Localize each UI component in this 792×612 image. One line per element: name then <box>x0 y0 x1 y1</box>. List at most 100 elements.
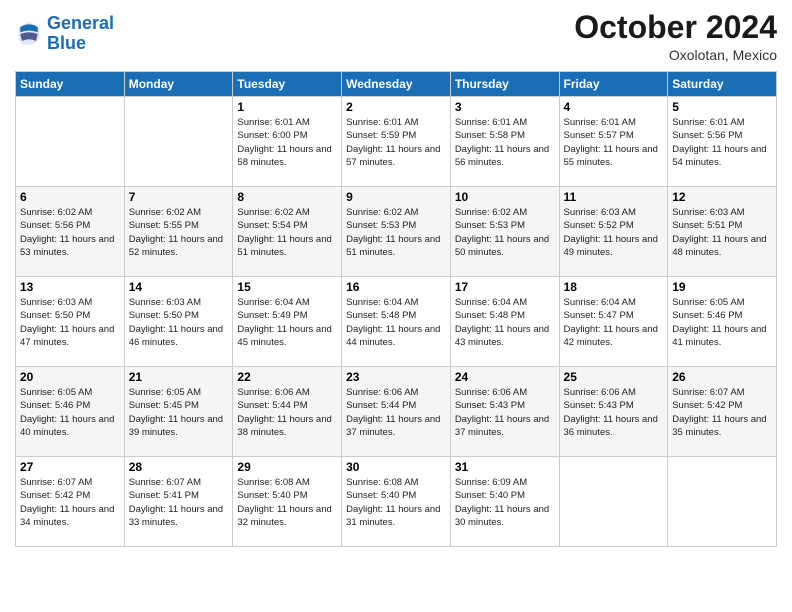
cell-info: Sunrise: 6:07 AM Sunset: 5:42 PM Dayligh… <box>672 386 772 439</box>
calendar-body: 1 Sunrise: 6:01 AM Sunset: 6:00 PM Daylig… <box>16 97 777 547</box>
calendar-cell: 1 Sunrise: 6:01 AM Sunset: 6:00 PM Daylig… <box>233 97 342 187</box>
calendar-cell: 26 Sunrise: 6:07 AM Sunset: 5:42 PM Dayli… <box>668 367 777 457</box>
calendar-table: SundayMondayTuesdayWednesdayThursdayFrid… <box>15 71 777 547</box>
day-number: 2 <box>346 100 446 114</box>
cell-info: Sunrise: 6:03 AM Sunset: 5:52 PM Dayligh… <box>564 206 664 259</box>
calendar-cell: 8 Sunrise: 6:02 AM Sunset: 5:54 PM Daylig… <box>233 187 342 277</box>
week-row-5: 27 Sunrise: 6:07 AM Sunset: 5:42 PM Dayli… <box>16 457 777 547</box>
weekday-thursday: Thursday <box>450 72 559 97</box>
cell-info: Sunrise: 6:08 AM Sunset: 5:40 PM Dayligh… <box>346 476 446 529</box>
day-number: 20 <box>20 370 120 384</box>
day-number: 8 <box>237 190 337 204</box>
calendar-cell: 22Sunrise: 6:06 AM Sunset: 5:44 PM Dayli… <box>233 367 342 457</box>
day-number: 13 <box>20 280 120 294</box>
day-number: 25 <box>564 370 664 384</box>
day-number: 4 <box>564 100 664 114</box>
cell-info: Sunrise: 6:03 AM Sunset: 5:50 PM Dayligh… <box>20 296 120 349</box>
calendar-cell: 6 Sunrise: 6:02 AM Sunset: 5:56 PM Daylig… <box>16 187 125 277</box>
day-number: 1 <box>237 100 337 114</box>
cell-info: Sunrise: 6:03 AM Sunset: 5:51 PM Dayligh… <box>672 206 772 259</box>
calendar-cell: 17 Sunrise: 6:04 AM Sunset: 5:48 PM Dayli… <box>450 277 559 367</box>
cell-info: Sunrise: 6:04 AM Sunset: 5:49 PM Dayligh… <box>237 296 337 349</box>
logo-blue: Blue <box>47 33 86 53</box>
day-number: 11 <box>564 190 664 204</box>
calendar-cell: 19 Sunrise: 6:05 AM Sunset: 5:46 PM Dayli… <box>668 277 777 367</box>
cell-info: Sunrise: 6:02 AM Sunset: 5:55 PM Dayligh… <box>129 206 229 259</box>
calendar-cell: 16 Sunrise: 6:04 AM Sunset: 5:48 PM Dayli… <box>342 277 451 367</box>
calendar-cell <box>16 97 125 187</box>
cell-info: Sunrise: 6:05 AM Sunset: 5:46 PM Dayligh… <box>20 386 120 439</box>
cell-info: Sunrise: 6:05 AM Sunset: 5:45 PM Dayligh… <box>129 386 229 439</box>
cell-info: Sunrise: 6:02 AM Sunset: 5:53 PM Dayligh… <box>455 206 555 259</box>
day-number: 17 <box>455 280 555 294</box>
day-number: 10 <box>455 190 555 204</box>
cell-info: Sunrise: 6:07 AM Sunset: 5:41 PM Dayligh… <box>129 476 229 529</box>
cell-info: Sunrise: 6:09 AM Sunset: 5:40 PM Dayligh… <box>455 476 555 529</box>
calendar-cell: 3Sunrise: 6:01 AM Sunset: 5:58 PM Daylig… <box>450 97 559 187</box>
day-number: 26 <box>672 370 772 384</box>
day-number: 19 <box>672 280 772 294</box>
day-number: 7 <box>129 190 229 204</box>
page: General Blue October 2024 Oxolotan, Mexi… <box>0 0 792 612</box>
cell-info: Sunrise: 6:06 AM Sunset: 5:43 PM Dayligh… <box>455 386 555 439</box>
cell-info: Sunrise: 6:01 AM Sunset: 5:59 PM Dayligh… <box>346 116 446 169</box>
day-number: 24 <box>455 370 555 384</box>
cell-info: Sunrise: 6:02 AM Sunset: 5:56 PM Dayligh… <box>20 206 120 259</box>
cell-info: Sunrise: 6:02 AM Sunset: 5:54 PM Dayligh… <box>237 206 337 259</box>
cell-info: Sunrise: 6:05 AM Sunset: 5:46 PM Dayligh… <box>672 296 772 349</box>
cell-info: Sunrise: 6:02 AM Sunset: 5:53 PM Dayligh… <box>346 206 446 259</box>
calendar-cell: 18Sunrise: 6:04 AM Sunset: 5:47 PM Dayli… <box>559 277 668 367</box>
logo-icon <box>15 20 43 48</box>
week-row-2: 6 Sunrise: 6:02 AM Sunset: 5:56 PM Daylig… <box>16 187 777 277</box>
day-number: 9 <box>346 190 446 204</box>
logo-text: General Blue <box>47 14 114 54</box>
cell-info: Sunrise: 6:07 AM Sunset: 5:42 PM Dayligh… <box>20 476 120 529</box>
cell-info: Sunrise: 6:03 AM Sunset: 5:50 PM Dayligh… <box>129 296 229 349</box>
month-title: October 2024 <box>574 10 777 45</box>
day-number: 16 <box>346 280 446 294</box>
cell-info: Sunrise: 6:01 AM Sunset: 5:57 PM Dayligh… <box>564 116 664 169</box>
weekday-saturday: Saturday <box>668 72 777 97</box>
calendar-cell: 25Sunrise: 6:06 AM Sunset: 5:43 PM Dayli… <box>559 367 668 457</box>
calendar-cell: 14Sunrise: 6:03 AM Sunset: 5:50 PM Dayli… <box>124 277 233 367</box>
day-number: 3 <box>455 100 555 114</box>
weekday-friday: Friday <box>559 72 668 97</box>
calendar-cell <box>668 457 777 547</box>
calendar-cell <box>559 457 668 547</box>
day-number: 22 <box>237 370 337 384</box>
day-number: 27 <box>20 460 120 474</box>
calendar-cell: 2 Sunrise: 6:01 AM Sunset: 5:59 PM Daylig… <box>342 97 451 187</box>
calendar-cell: 9 Sunrise: 6:02 AM Sunset: 5:53 PM Daylig… <box>342 187 451 277</box>
weekday-header-row: SundayMondayTuesdayWednesdayThursdayFrid… <box>16 72 777 97</box>
calendar-cell: 12Sunrise: 6:03 AM Sunset: 5:51 PM Dayli… <box>668 187 777 277</box>
logo: General Blue <box>15 14 114 54</box>
cell-info: Sunrise: 6:01 AM Sunset: 6:00 PM Dayligh… <box>237 116 337 169</box>
day-number: 18 <box>564 280 664 294</box>
calendar-cell: 27 Sunrise: 6:07 AM Sunset: 5:42 PM Dayli… <box>16 457 125 547</box>
calendar-cell: 31Sunrise: 6:09 AM Sunset: 5:40 PM Dayli… <box>450 457 559 547</box>
cell-info: Sunrise: 6:08 AM Sunset: 5:40 PM Dayligh… <box>237 476 337 529</box>
title-block: October 2024 Oxolotan, Mexico <box>574 10 777 63</box>
calendar-cell: 11 Sunrise: 6:03 AM Sunset: 5:52 PM Dayli… <box>559 187 668 277</box>
day-number: 21 <box>129 370 229 384</box>
cell-info: Sunrise: 6:01 AM Sunset: 5:56 PM Dayligh… <box>672 116 772 169</box>
day-number: 5 <box>672 100 772 114</box>
cell-info: Sunrise: 6:06 AM Sunset: 5:44 PM Dayligh… <box>346 386 446 439</box>
calendar-cell: 24 Sunrise: 6:06 AM Sunset: 5:43 PM Dayli… <box>450 367 559 457</box>
calendar-cell: 30 Sunrise: 6:08 AM Sunset: 5:40 PM Dayli… <box>342 457 451 547</box>
weekday-monday: Monday <box>124 72 233 97</box>
cell-info: Sunrise: 6:04 AM Sunset: 5:48 PM Dayligh… <box>346 296 446 349</box>
day-number: 6 <box>20 190 120 204</box>
cell-info: Sunrise: 6:04 AM Sunset: 5:48 PM Dayligh… <box>455 296 555 349</box>
calendar-cell: 7 Sunrise: 6:02 AM Sunset: 5:55 PM Daylig… <box>124 187 233 277</box>
weekday-sunday: Sunday <box>16 72 125 97</box>
week-row-3: 13 Sunrise: 6:03 AM Sunset: 5:50 PM Dayli… <box>16 277 777 367</box>
calendar-cell: 23 Sunrise: 6:06 AM Sunset: 5:44 PM Dayli… <box>342 367 451 457</box>
day-number: 28 <box>129 460 229 474</box>
calendar-cell: 4 Sunrise: 6:01 AM Sunset: 5:57 PM Daylig… <box>559 97 668 187</box>
day-number: 23 <box>346 370 446 384</box>
calendar-cell: 28 Sunrise: 6:07 AM Sunset: 5:41 PM Dayli… <box>124 457 233 547</box>
logo-general: General <box>47 13 114 33</box>
day-number: 15 <box>237 280 337 294</box>
day-number: 30 <box>346 460 446 474</box>
